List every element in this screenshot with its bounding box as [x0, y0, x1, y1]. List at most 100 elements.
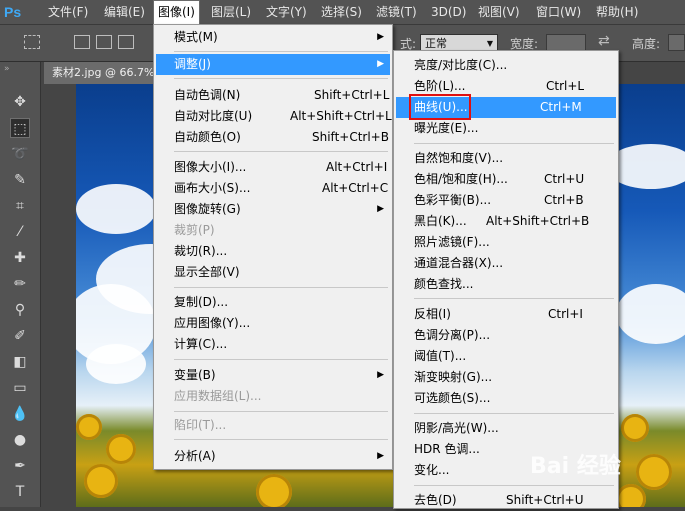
marquee-tool-icon[interactable]: ⬚ [10, 118, 30, 138]
add-selection-icon[interactable] [96, 35, 112, 49]
menu-layer[interactable]: 图层(L) [207, 0, 255, 24]
menu-item-photo-filter[interactable]: 照片滤镜(F)... [396, 232, 616, 253]
lasso-tool-icon[interactable]: ➰ [10, 144, 30, 164]
menu-item-analysis[interactable]: 分析(A) ▶ [156, 446, 390, 467]
cloud [616, 284, 685, 344]
menu-item-posterize[interactable]: 色调分离(P)... [396, 325, 616, 346]
submenu-arrow-icon: ▶ [377, 370, 384, 380]
swap-icon[interactable]: ⇄ [598, 33, 610, 49]
menu-item-reveal-all[interactable]: 显示全部(V) [156, 262, 390, 283]
separator [174, 287, 388, 288]
menu-item-desaturate[interactable]: 去色(D) Shift+Ctrl+U [396, 490, 616, 511]
menu-item-channel-mixer[interactable]: 通道混合器(X)... [396, 253, 616, 274]
brush-tool-icon[interactable]: ✏ [10, 274, 30, 294]
menu-select[interactable]: 选择(S) [317, 0, 366, 24]
separator [174, 78, 388, 79]
document-tab[interactable]: 素材2.jpg @ 66.7% [44, 62, 154, 84]
separator [414, 143, 614, 144]
style-value: 正常 [425, 37, 447, 50]
menu-item-trim[interactable]: 裁切(R)... [156, 241, 390, 262]
sunflower [106, 434, 136, 464]
separator [174, 359, 388, 360]
menu-item-canvas-size[interactable]: 画布大小(S)... Alt+Ctrl+C [156, 178, 390, 199]
baidu-watermark: Bai 经验 [530, 454, 621, 479]
submenu-arrow-icon: ▶ [377, 59, 384, 69]
menu-item-apply-image[interactable]: 应用图像(Y)... [156, 313, 390, 334]
menu-item-auto-color[interactable]: 自动颜色(O) Shift+Ctrl+B [156, 127, 390, 148]
menu-item-shadows-highlights[interactable]: 阴影/高光(W)... [396, 418, 616, 439]
menu-item-apply-data-set: 应用数据组(L)... [174, 389, 262, 403]
menu-item-crop: 裁剪(P) [174, 223, 215, 237]
menu-view[interactable]: 视图(V) [474, 0, 524, 24]
separator [174, 439, 388, 440]
cloud [76, 184, 156, 234]
eyedropper-tool-icon[interactable]: ⁄ [10, 222, 30, 242]
menu-window[interactable]: 窗口(W) [532, 0, 585, 24]
height-label: 高度: [632, 37, 661, 51]
menu-item-brightness-contrast[interactable]: 亮度/对比度(C)... [396, 55, 616, 76]
pen-tool-icon[interactable]: ✒ [10, 456, 30, 476]
menu-type[interactable]: 文字(Y) [262, 0, 311, 24]
marquee-preset-icon[interactable] [24, 35, 40, 49]
submenu-arrow-icon: ▶ [377, 204, 384, 214]
sunflower [256, 474, 292, 507]
submenu-arrow-icon: ▶ [377, 32, 384, 42]
menu-item-invert[interactable]: 反相(I) Ctrl+I [396, 304, 616, 325]
menu-item-duplicate[interactable]: 复制(D)... [156, 292, 390, 313]
menu-item-exposure[interactable]: 曝光度(E)... [396, 118, 616, 139]
eraser-tool-icon[interactable]: ◧ [10, 352, 30, 372]
sunflower [76, 414, 102, 440]
menu-item-black-white[interactable]: 黑白(K)... Alt+Shift+Ctrl+B [396, 211, 616, 232]
menu-item-color-lookup[interactable]: 颜色查找... [396, 274, 616, 295]
healing-brush-tool-icon[interactable]: ✚ [10, 248, 30, 268]
sunflower [84, 464, 118, 498]
menu-filter[interactable]: 滤镜(T) [372, 0, 421, 24]
height-field[interactable] [668, 34, 685, 51]
style-select[interactable]: 正常 ▼ [420, 34, 498, 51]
menu-item-hue-saturation[interactable]: 色相/饱和度(H)... Ctrl+U [396, 169, 616, 190]
annotation-highlight-box [409, 94, 471, 120]
menu-item-variables[interactable]: 变量(B) ▶ [156, 365, 390, 386]
new-selection-icon[interactable] [74, 35, 90, 49]
menu-item-image-size[interactable]: 图像大小(I)... Alt+Ctrl+I [156, 157, 390, 178]
clone-stamp-tool-icon[interactable]: ⚲ [10, 300, 30, 320]
menu-help[interactable]: 帮助(H) [592, 0, 642, 24]
separator [414, 298, 614, 299]
photoshop-logo: Ps [4, 4, 22, 20]
menu-item-auto-tone[interactable]: 自动色调(N) Shift+Ctrl+L [156, 85, 390, 106]
menu-item-color-balance[interactable]: 色彩平衡(B)... Ctrl+B [396, 190, 616, 211]
separator [174, 151, 388, 152]
history-brush-tool-icon[interactable]: ✐ [10, 326, 30, 346]
menu-3d[interactable]: 3D(D) [427, 0, 470, 24]
menu-item-adjustments[interactable]: 调整(J) ▶ [156, 54, 390, 75]
width-field[interactable] [546, 34, 586, 51]
collapse-icon[interactable]: » [4, 64, 10, 74]
subtract-selection-icon[interactable] [118, 35, 134, 49]
menu-file[interactable]: 文件(F) [44, 0, 92, 24]
sunflower [621, 414, 649, 442]
image-menu: 模式(M) ▶ 调整(J) ▶ 自动色调(N) Shift+Ctrl+L 自动对… [153, 24, 393, 470]
menu-edit[interactable]: 编辑(E) [100, 0, 149, 24]
blur-tool-icon[interactable]: 💧 [10, 404, 30, 424]
crop-tool-icon[interactable]: ⌗ [10, 196, 30, 216]
gradient-tool-icon[interactable]: ▭ [10, 378, 30, 398]
menu-item-vibrance[interactable]: 自然饱和度(V)... [396, 148, 616, 169]
menu-item-mode[interactable]: 模式(M) ▶ [156, 27, 390, 48]
separator [174, 51, 388, 52]
menu-item-image-rotation[interactable]: 图像旋转(G) ▶ [156, 199, 390, 220]
cloud [86, 344, 146, 384]
type-tool-icon[interactable]: T [10, 482, 30, 502]
separator [174, 411, 388, 412]
menu-item-auto-contrast[interactable]: 自动对比度(U) Alt+Shift+Ctrl+L [156, 106, 392, 127]
menu-item-calculations[interactable]: 计算(C)... [156, 334, 390, 355]
quick-select-tool-icon[interactable]: ✎ [10, 170, 30, 190]
move-tool-icon[interactable]: ✥ [10, 92, 30, 112]
menu-item-selective-color[interactable]: 可选颜色(S)... [396, 388, 616, 409]
menu-item-threshold[interactable]: 阈值(T)... [396, 346, 616, 367]
dodge-tool-icon[interactable]: ● [10, 430, 30, 450]
separator [414, 485, 614, 486]
submenu-arrow-icon: ▶ [377, 451, 384, 461]
sunflower [616, 484, 646, 507]
menu-item-gradient-map[interactable]: 渐变映射(G)... [396, 367, 616, 388]
menu-image[interactable]: 图像(I) [153, 0, 200, 24]
